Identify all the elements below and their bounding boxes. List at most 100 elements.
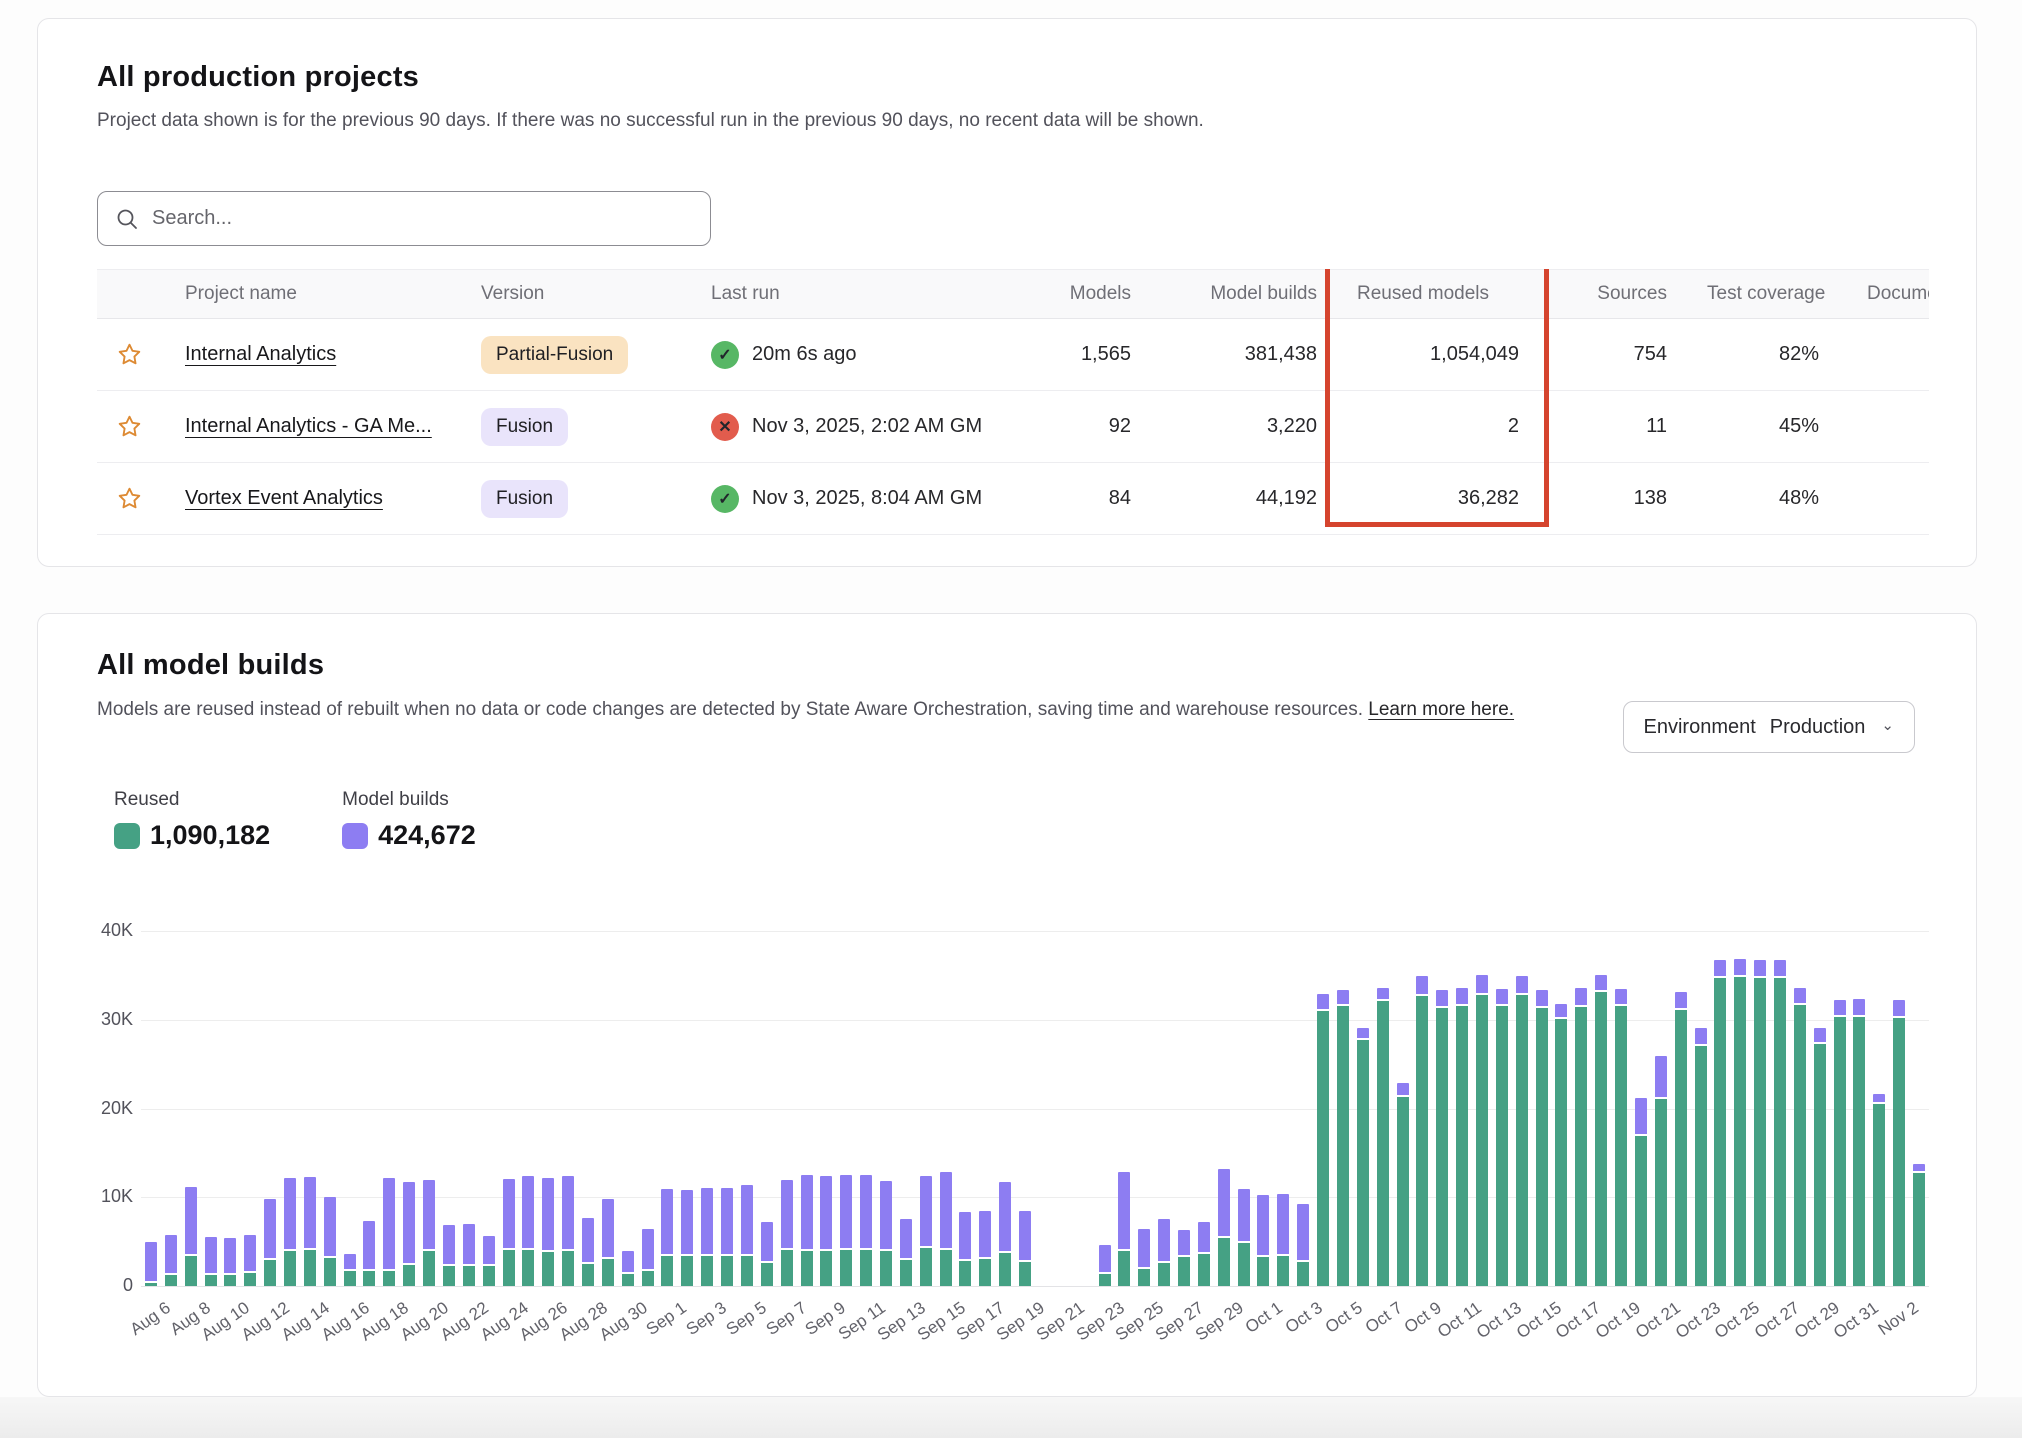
search-input[interactable] xyxy=(152,207,672,230)
bar-Oct 28[interactable] xyxy=(1794,988,1806,1286)
bar-Sep 15[interactable] xyxy=(940,1172,952,1286)
bar-Oct 27[interactable] xyxy=(1774,960,1786,1286)
bar-Oct 30[interactable] xyxy=(1834,1000,1846,1286)
bar-Oct 16[interactable] xyxy=(1555,1004,1567,1286)
bar-Aug 8[interactable] xyxy=(185,1187,197,1286)
bar-Aug 11[interactable] xyxy=(244,1235,256,1286)
bar-Oct 8[interactable] xyxy=(1397,1083,1409,1286)
bar-Oct 1[interactable] xyxy=(1257,1195,1269,1286)
favorite-star-icon[interactable] xyxy=(117,414,142,439)
bar-Sep 12[interactable] xyxy=(880,1181,892,1286)
bar-Oct 5[interactable] xyxy=(1337,990,1349,1286)
reused-segment xyxy=(999,1253,1011,1286)
bar-Sep 24[interactable] xyxy=(1118,1172,1130,1286)
bar-Aug 6[interactable] xyxy=(145,1242,157,1286)
bar-Aug 22[interactable] xyxy=(463,1224,475,1286)
bar-Oct 7[interactable] xyxy=(1377,988,1389,1286)
bar-Oct 22[interactable] xyxy=(1675,992,1687,1286)
bar-Aug 13[interactable] xyxy=(284,1178,296,1286)
bar-Aug 23[interactable] xyxy=(483,1236,495,1286)
bar-Sep 25[interactable] xyxy=(1138,1229,1150,1286)
favorite-star-icon[interactable] xyxy=(117,342,142,367)
bar-Sep 16[interactable] xyxy=(959,1212,971,1286)
bar-Aug 27[interactable] xyxy=(562,1176,574,1286)
bar-Aug 18[interactable] xyxy=(383,1178,395,1286)
bar-Aug 7[interactable] xyxy=(165,1235,177,1286)
bar-Aug 21[interactable] xyxy=(443,1225,455,1286)
bar-Aug 26[interactable] xyxy=(542,1178,554,1286)
project-search[interactable] xyxy=(97,191,711,246)
bar-Sep 5[interactable] xyxy=(741,1185,753,1286)
bar-Oct 21[interactable] xyxy=(1655,1056,1667,1286)
bar-Aug 17[interactable] xyxy=(363,1221,375,1286)
bar-Sep 19[interactable] xyxy=(1019,1211,1031,1286)
bar-Sep 27[interactable] xyxy=(1178,1230,1190,1286)
bar-Sep 9[interactable] xyxy=(820,1176,832,1286)
bar-Nov 1[interactable] xyxy=(1873,1094,1885,1286)
project-link[interactable]: Vortex Event Analytics xyxy=(185,487,383,509)
bar-Aug 15[interactable] xyxy=(324,1197,336,1286)
bar-Sep 8[interactable] xyxy=(801,1175,813,1286)
bar-Oct 14[interactable] xyxy=(1516,976,1528,1286)
bar-Oct 25[interactable] xyxy=(1734,959,1746,1286)
bar-Sep 18[interactable] xyxy=(999,1182,1011,1286)
bar-Aug 25[interactable] xyxy=(522,1176,534,1286)
reused-segment xyxy=(1496,1006,1508,1286)
bar-Nov 3[interactable] xyxy=(1913,1164,1925,1286)
bar-Sep 26[interactable] xyxy=(1158,1219,1170,1286)
bar-Sep 11[interactable] xyxy=(860,1175,872,1286)
bar-Aug 20[interactable] xyxy=(423,1180,435,1286)
bar-Aug 24[interactable] xyxy=(503,1179,515,1286)
bar-Oct 19[interactable] xyxy=(1615,989,1627,1286)
bar-Sep 7[interactable] xyxy=(781,1180,793,1286)
bar-Sep 4[interactable] xyxy=(721,1188,733,1287)
bar-Sep 17[interactable] xyxy=(979,1211,991,1286)
bar-Oct 12[interactable] xyxy=(1476,975,1488,1286)
bar-Oct 3[interactable] xyxy=(1297,1204,1309,1286)
bar-Oct 10[interactable] xyxy=(1436,990,1448,1286)
bar-Sep 6[interactable] xyxy=(761,1222,773,1286)
bar-Oct 4[interactable] xyxy=(1317,994,1329,1286)
bar-Aug 28[interactable] xyxy=(582,1218,594,1286)
bar-Sep 1[interactable] xyxy=(661,1189,673,1286)
bar-Oct 13[interactable] xyxy=(1496,989,1508,1286)
bar-Nov 2[interactable] xyxy=(1893,1000,1905,1286)
bar-Oct 17[interactable] xyxy=(1575,988,1587,1286)
bar-Oct 20[interactable] xyxy=(1635,1098,1647,1286)
bar-Aug 9[interactable] xyxy=(205,1237,217,1286)
bar-Sep 29[interactable] xyxy=(1218,1169,1230,1286)
project-link[interactable]: Internal Analytics - GA Me... xyxy=(185,415,432,437)
bar-Oct 31[interactable] xyxy=(1853,999,1865,1286)
bar-Sep 14[interactable] xyxy=(920,1176,932,1286)
bar-Oct 26[interactable] xyxy=(1754,960,1766,1286)
bar-Sep 23[interactable] xyxy=(1099,1245,1111,1286)
bar-Oct 6[interactable] xyxy=(1357,1028,1369,1286)
environment-select[interactable]: Environment Production ⌄ xyxy=(1623,701,1915,753)
bar-Oct 11[interactable] xyxy=(1456,988,1468,1286)
bar-Oct 2[interactable] xyxy=(1277,1194,1289,1286)
bar-Aug 12[interactable] xyxy=(264,1199,276,1286)
bar-Sep 13[interactable] xyxy=(900,1219,912,1286)
bar-Oct 18[interactable] xyxy=(1595,975,1607,1287)
bar-Aug 31[interactable] xyxy=(642,1229,654,1286)
bar-Sep 10[interactable] xyxy=(840,1175,852,1286)
bar-Sep 2[interactable] xyxy=(681,1190,693,1286)
favorite-star-icon[interactable] xyxy=(117,486,142,511)
bar-Sep 28[interactable] xyxy=(1198,1222,1210,1286)
bar-Sep 3[interactable] xyxy=(701,1188,713,1286)
bar-Oct 9[interactable] xyxy=(1416,976,1428,1286)
bar-Oct 29[interactable] xyxy=(1814,1028,1826,1286)
bar-Aug 29[interactable] xyxy=(602,1199,614,1286)
learn-more-link[interactable]: Learn more here. xyxy=(1368,699,1514,720)
project-link[interactable]: Internal Analytics xyxy=(185,343,336,365)
bar-Aug 30[interactable] xyxy=(622,1251,634,1287)
bar-Aug 16[interactable] xyxy=(344,1254,356,1286)
bar-Aug 14[interactable] xyxy=(304,1177,316,1286)
bar-Oct 23[interactable] xyxy=(1695,1028,1707,1286)
bar-Sep 30[interactable] xyxy=(1238,1189,1250,1286)
bar-Aug 10[interactable] xyxy=(224,1238,236,1286)
model-builds-segment xyxy=(1496,989,1508,1007)
bar-Oct 15[interactable] xyxy=(1536,990,1548,1286)
bar-Aug 19[interactable] xyxy=(403,1182,415,1286)
bar-Oct 24[interactable] xyxy=(1714,960,1726,1286)
